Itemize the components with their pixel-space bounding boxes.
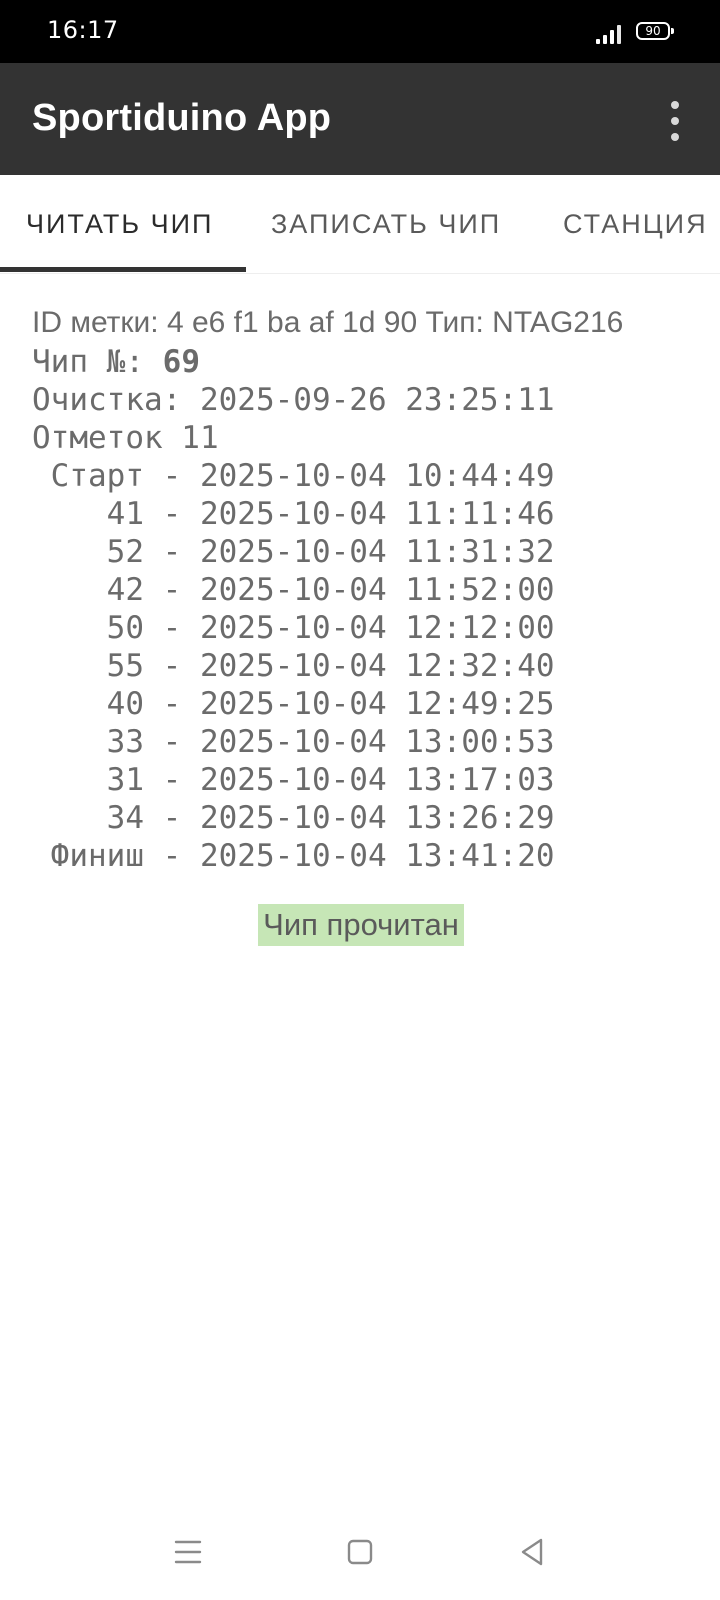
mark-row: 42 - 2025-10-04 11:52:00: [32, 572, 555, 608]
clear-line: Очистка: 2025-09-26 23:25:11: [32, 382, 555, 418]
status-bar: 16:17 90: [0, 0, 720, 63]
back-icon[interactable]: [512, 1532, 552, 1572]
mark-row: 52 - 2025-10-04 11:31:32: [32, 534, 555, 570]
system-nav-bar: [0, 1520, 720, 1600]
mark-row: 55 - 2025-10-04 12:32:40: [32, 648, 555, 684]
status-time: 16:17: [47, 16, 119, 44]
mark-row: 34 - 2025-10-04 13:26:29: [32, 800, 555, 836]
more-vert-icon[interactable]: [658, 99, 694, 145]
read-status-badge: Чип прочитан: [258, 904, 464, 946]
mark-row: 50 - 2025-10-04 12:12:00: [32, 610, 555, 646]
chip-number-label: Чип №:: [32, 344, 163, 380]
battery-level: 90: [645, 24, 661, 38]
mark-row: Финиш - 2025-10-04 13:41:20: [32, 838, 555, 874]
mark-row: 31 - 2025-10-04 13:17:03: [32, 762, 555, 798]
mark-row: 41 - 2025-10-04 11:11:46: [32, 496, 555, 532]
home-icon[interactable]: [340, 1532, 380, 1572]
mark-row: Старт - 2025-10-04 10:44:49: [32, 458, 555, 494]
tab-read-chip[interactable]: ЧИТАТЬ ЧИП: [26, 175, 213, 273]
tab-indicator: [0, 267, 246, 272]
app-bar: Sportiduino App: [0, 63, 720, 175]
marks-count-line: Отметок 11: [32, 420, 219, 456]
signal-icon: [596, 24, 622, 44]
menu-icon[interactable]: [168, 1532, 208, 1572]
chip-id-line: ID метки: 4 e6 f1 ba af 1d 90 Тип: NTAG2…: [32, 306, 624, 339]
mark-row: 33 - 2025-10-04 13:00:53: [32, 724, 555, 760]
app-title: Sportiduino App: [32, 97, 332, 139]
tab-bar: ЧИТАТЬ ЧИП ЗАПИСАТЬ ЧИП СТАНЦИЯ: [0, 175, 720, 274]
tab-station[interactable]: СТАНЦИЯ: [563, 175, 708, 273]
chip-number-line: Чип №: 69: [32, 344, 200, 380]
tab-write-chip[interactable]: ЗАПИСАТЬ ЧИП: [271, 175, 501, 273]
chip-number-value: 69: [162, 344, 200, 380]
battery-icon: 90: [636, 22, 674, 40]
mark-row: 40 - 2025-10-04 12:49:25: [32, 686, 555, 722]
